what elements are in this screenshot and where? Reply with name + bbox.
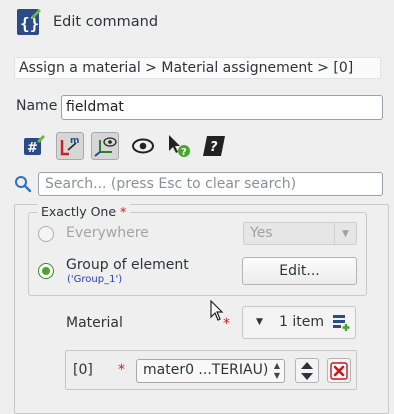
move-item-button[interactable]: [295, 358, 319, 383]
add-item-icon[interactable]: [332, 314, 350, 336]
lm-icon[interactable]: m: [56, 132, 84, 160]
everywhere-combo[interactable]: Yes ▼: [243, 222, 357, 245]
delete-icon: [330, 361, 348, 380]
edit-command-icon: {}: [17, 8, 41, 36]
group-detail: ('Group_1'): [67, 274, 123, 285]
search-icon: [14, 175, 32, 193]
mouse-cursor-icon: [210, 299, 224, 326]
svg-text:?: ?: [210, 140, 218, 155]
chevron-down-icon: ▼: [334, 223, 356, 244]
svg-text:?: ?: [181, 147, 187, 158]
material-label: Material: [66, 315, 123, 331]
name-input[interactable]: fieldmat: [61, 95, 383, 120]
doc-help-icon[interactable]: ?: [200, 132, 228, 160]
spin-arrows-icon: ▲ ▼: [273, 361, 280, 380]
material-list-control[interactable]: ▼ 1 item: [242, 306, 356, 339]
window-title: Edit command: [53, 14, 159, 30]
group-of-element-label: Group of element: [66, 257, 189, 273]
pointer-help-icon[interactable]: ?: [164, 132, 192, 160]
item-index: [0]: [73, 362, 93, 378]
material-required-mark: *: [223, 316, 230, 332]
breadcrumb: Assign a material > Material assignement…: [14, 57, 381, 79]
hash-icon[interactable]: #: [20, 132, 48, 160]
exactly-one-title: Exactly One *: [37, 204, 131, 219]
material-count: 1 item: [279, 314, 324, 330]
svg-text:{}: {}: [20, 14, 39, 33]
move-up-down-icon: [301, 361, 313, 380]
search-input[interactable]: Search... (press Esc to clear search): [38, 172, 383, 196]
required-mark: *: [120, 204, 127, 219]
svg-text:#: #: [27, 141, 38, 156]
axes-icon[interactable]: [91, 132, 119, 160]
everywhere-label: Everywhere: [66, 225, 149, 241]
group-of-element-radio[interactable]: [38, 263, 54, 279]
name-label: Name: [16, 98, 58, 114]
item-required-mark: *: [118, 362, 125, 378]
material-item-combo[interactable]: mater0 ...TERIAU) ▲ ▼: [136, 359, 285, 383]
chevron-down-icon[interactable]: ▼: [256, 317, 263, 327]
edit-button[interactable]: Edit...: [242, 257, 357, 285]
eye-icon[interactable]: [129, 132, 157, 160]
everywhere-radio[interactable]: [38, 226, 54, 242]
delete-item-button[interactable]: [327, 358, 351, 383]
